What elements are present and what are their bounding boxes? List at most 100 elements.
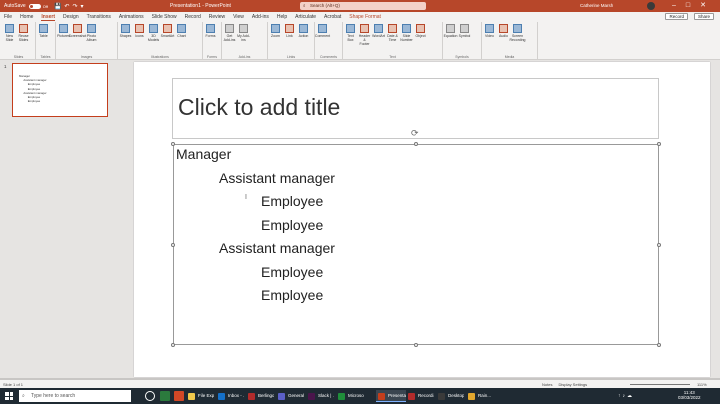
symbol-button[interactable]: Symbol — [458, 24, 471, 38]
taskbar-app-recordi[interactable]: Recordi... — [406, 390, 434, 402]
taskbar-app-inbox[interactable]: Inbox - ... — [216, 390, 244, 402]
bullet-level-2[interactable]: Employee — [261, 217, 323, 233]
forms-button[interactable]: Forms — [204, 24, 217, 38]
taskbar-app-presenta[interactable]: Presenta... — [376, 390, 406, 402]
resize-handle[interactable] — [414, 343, 418, 347]
tab-acrobat[interactable]: Acrobat — [324, 14, 341, 20]
object-button[interactable]: Object — [414, 24, 427, 46]
shapes-button[interactable]: Shapes — [119, 24, 132, 42]
table-button[interactable]: Table — [37, 24, 50, 38]
tab-insert[interactable]: Insert — [41, 14, 56, 21]
task-view-icon[interactable] — [145, 391, 155, 401]
resize-handle[interactable] — [414, 142, 418, 146]
resize-handle[interactable] — [171, 242, 175, 247]
link-label: Link — [286, 34, 293, 38]
pictures-button[interactable]: Pictures — [57, 24, 70, 42]
resize-handle[interactable] — [171, 343, 175, 347]
taskbar-app-rain[interactable]: Rain... — [466, 390, 494, 402]
slide-number: 1 — [4, 64, 7, 69]
search-box[interactable]: ⌕ Search (Alt+Q) — [300, 2, 426, 10]
wordart-button[interactable]: WordArt — [372, 24, 385, 46]
slide-thumbnail[interactable]: Manager Assistant manager Employee Employee… — [12, 63, 108, 117]
reuse-slides-button[interactable]: Reuse Slides — [17, 24, 30, 42]
my-add-ins-button[interactable]: My Add-ins — [237, 24, 250, 42]
taskbar-search[interactable]: ⌕ Type here to search — [19, 390, 131, 402]
tab-slide-show[interactable]: Slide Show — [152, 14, 177, 20]
tab-file[interactable]: File — [4, 14, 12, 20]
status-bar: Slide 1 of 1 Notes Display Settings 111% — [0, 380, 720, 388]
tab-view[interactable]: View — [233, 14, 244, 20]
action-button[interactable]: Action — [297, 24, 310, 38]
bullet-level-2[interactable]: Employee — [261, 264, 323, 280]
system-tray-icons[interactable]: ↑♪☁ — [618, 393, 634, 399]
edge-icon[interactable] — [174, 391, 184, 401]
screen-recording-button[interactable]: Screen Recording — [510, 24, 526, 42]
taskbar-app-desktop[interactable]: Desktop — [436, 390, 464, 402]
taskbar-app-file-explo[interactable]: File Explo... — [186, 390, 214, 402]
tab-review[interactable]: Review — [209, 14, 225, 20]
link-button[interactable]: Link — [283, 24, 296, 38]
zoom-slider[interactable] — [630, 383, 690, 385]
avatar[interactable] — [647, 2, 655, 10]
display-settings-button[interactable]: Display Settings — [558, 382, 587, 387]
icons-button[interactable]: Icons — [133, 24, 146, 42]
bullet-level-2[interactable]: Employee — [261, 287, 323, 303]
tab-transitions[interactable]: Transitions — [87, 14, 111, 20]
tab-design[interactable]: Design — [63, 14, 79, 20]
autosave-state: Off — [42, 3, 48, 9]
ribbon-group-label: Text — [389, 55, 396, 59]
zoom-level[interactable]: 111% — [697, 382, 707, 387]
equation-button[interactable]: Equation — [444, 24, 457, 38]
tab-help[interactable]: Help — [277, 14, 287, 20]
smartart-button[interactable]: SmartArt — [161, 24, 174, 42]
video-button[interactable]: Video — [483, 24, 496, 42]
quick-access-icons[interactable]: 💾↶↷▾ — [54, 3, 87, 10]
tab-animations[interactable]: Animations — [119, 14, 144, 20]
date-time-button[interactable]: Date & Time — [386, 24, 399, 46]
rotate-handle-icon[interactable]: ⟳ — [411, 128, 419, 139]
3d-models-button[interactable]: 3D Models — [147, 24, 160, 42]
slide-thumbnail-pane: 1 Manager Assistant manager Employee Employ… — [0, 60, 122, 378]
tab-shape-format[interactable]: Shape Format — [349, 14, 381, 20]
autosave-toggle[interactable] — [28, 3, 41, 9]
symbol-label: Symbol — [458, 34, 471, 38]
header-footer-button[interactable]: Header & Footer — [358, 24, 371, 46]
resize-handle[interactable] — [171, 142, 175, 146]
resize-handle[interactable] — [657, 142, 661, 146]
slide-number-button[interactable]: Slide Number — [400, 24, 413, 46]
share-button[interactable]: Share — [693, 13, 714, 20]
bullet-level-1[interactable]: Assistant manager — [219, 240, 335, 256]
zoom-button[interactable]: Zoom — [269, 24, 282, 38]
object-label: Object — [415, 34, 426, 38]
photo-album-button[interactable]: Photo Album — [85, 24, 98, 42]
chrome-icon[interactable] — [160, 391, 170, 401]
new-slide-button[interactable]: New Slide — [3, 24, 16, 42]
tab-home[interactable]: Home — [20, 14, 33, 20]
clock[interactable]: 11:43 03/03/2022 — [678, 390, 701, 400]
app-icon — [338, 393, 345, 400]
wordart-label: WordArt — [372, 34, 385, 38]
taskbar-app-general[interactable]: General ... — [276, 390, 304, 402]
chart-button[interactable]: Chart — [175, 24, 188, 42]
resize-handle[interactable] — [657, 242, 661, 247]
bullet-level-1[interactable]: Assistant manager — [219, 170, 335, 186]
taskbar-app-slack[interactable]: Slack | ... — [306, 390, 334, 402]
taskbar-app-microso[interactable]: Microso... — [336, 390, 364, 402]
tab-add-ins[interactable]: Add-ins — [252, 14, 269, 20]
text-box-button[interactable]: Text Box — [344, 24, 357, 46]
notes-button[interactable]: Notes — [542, 382, 552, 387]
record-button[interactable]: Record — [665, 13, 688, 20]
tab-record[interactable]: Record — [185, 14, 201, 20]
get-add-ins-button[interactable]: Get Add-ins — [223, 24, 236, 42]
taskbar-app-berlingo[interactable]: Berlingo... — [246, 390, 274, 402]
windows-start-icon[interactable] — [5, 392, 13, 400]
screenshot-button[interactable]: Screenshot — [69, 24, 86, 42]
audio-button[interactable]: Audio — [497, 24, 510, 42]
bullet-level-2[interactable]: Employee — [261, 193, 323, 209]
bullet-level-0[interactable]: Manager — [176, 146, 231, 162]
user-name[interactable]: Catherine Marsh — [580, 3, 613, 8]
window-controls[interactable]: –□✕ — [672, 1, 716, 9]
tab-articulate[interactable]: Articulate — [295, 14, 316, 20]
comment-button[interactable]: Comment — [315, 24, 330, 38]
resize-handle[interactable] — [657, 343, 661, 347]
